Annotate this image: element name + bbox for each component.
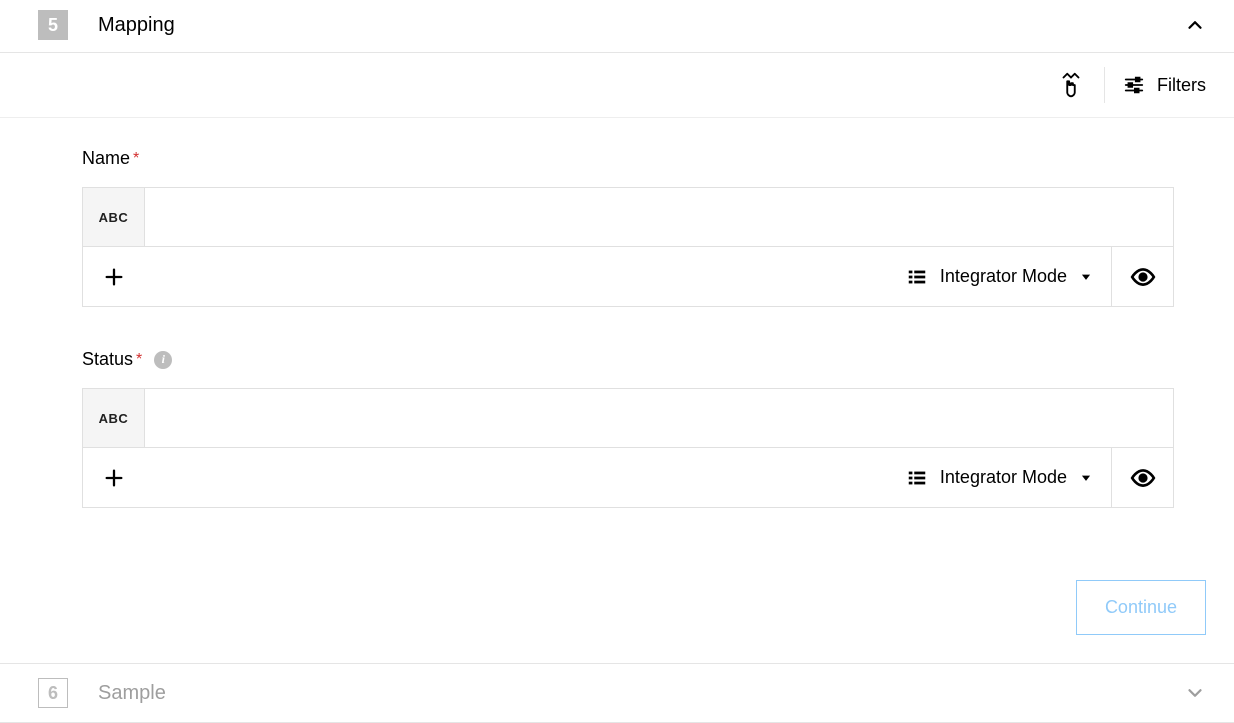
add-button-status[interactable]	[83, 448, 145, 507]
controls-row-name: Integrator Mode	[82, 247, 1174, 307]
section-header-mapping[interactable]: 5 Mapping	[0, 0, 1234, 53]
mode-selector-name[interactable]: Integrator Mode	[888, 266, 1111, 288]
name-input[interactable]	[145, 188, 1173, 246]
mode-selector-status[interactable]: Integrator Mode	[888, 467, 1111, 489]
section-header-sample[interactable]: 6 Sample	[0, 663, 1234, 723]
controls-row-status: Integrator Mode	[82, 448, 1174, 508]
input-row-name: ABC	[82, 187, 1174, 247]
required-star-icon: *	[133, 150, 139, 168]
field-group-status: Status* i ABC	[82, 349, 1174, 508]
filters-button[interactable]: Filters	[1123, 74, 1206, 96]
step-badge-5: 5	[38, 10, 68, 40]
continue-row: Continue	[0, 560, 1234, 663]
list-icon	[906, 266, 928, 288]
eye-icon	[1130, 465, 1156, 491]
type-badge-status: ABC	[83, 389, 145, 447]
section-title-sample: Sample	[98, 682, 166, 705]
field-label-status: Status* i	[82, 349, 1174, 370]
mode-label-name: Integrator Mode	[940, 266, 1067, 287]
required-star-icon: *	[136, 351, 142, 369]
input-row-status: ABC	[82, 388, 1174, 448]
field-group-name: Name* ABC	[82, 148, 1174, 307]
name-label-text: Name	[82, 148, 130, 169]
info-icon[interactable]: i	[154, 351, 172, 369]
chevron-down-icon[interactable]	[1184, 682, 1206, 704]
mapping-toolbar: Filters	[0, 53, 1234, 118]
eye-icon	[1130, 264, 1156, 290]
sliders-icon	[1123, 74, 1145, 96]
interaction-cursor-icon[interactable]	[1056, 70, 1086, 100]
filters-label: Filters	[1157, 75, 1206, 96]
list-icon	[906, 467, 928, 489]
status-label-text: Status	[82, 349, 133, 370]
caret-down-icon	[1079, 471, 1093, 485]
type-badge-name: ABC	[83, 188, 145, 246]
chevron-up-icon[interactable]	[1184, 14, 1206, 36]
continue-button[interactable]: Continue	[1076, 580, 1206, 635]
field-label-name: Name*	[82, 148, 1174, 169]
plus-icon	[103, 467, 125, 489]
section-title-mapping: Mapping	[98, 14, 175, 37]
preview-button-name[interactable]	[1111, 247, 1173, 306]
mapping-form: Name* ABC	[0, 118, 1234, 560]
toolbar-divider	[1104, 67, 1105, 103]
step-badge-6: 6	[38, 678, 68, 708]
preview-button-status[interactable]	[1111, 448, 1173, 507]
mode-label-status: Integrator Mode	[940, 467, 1067, 488]
add-button-name[interactable]	[83, 247, 145, 306]
plus-icon	[103, 266, 125, 288]
status-input[interactable]	[145, 389, 1173, 447]
caret-down-icon	[1079, 270, 1093, 284]
